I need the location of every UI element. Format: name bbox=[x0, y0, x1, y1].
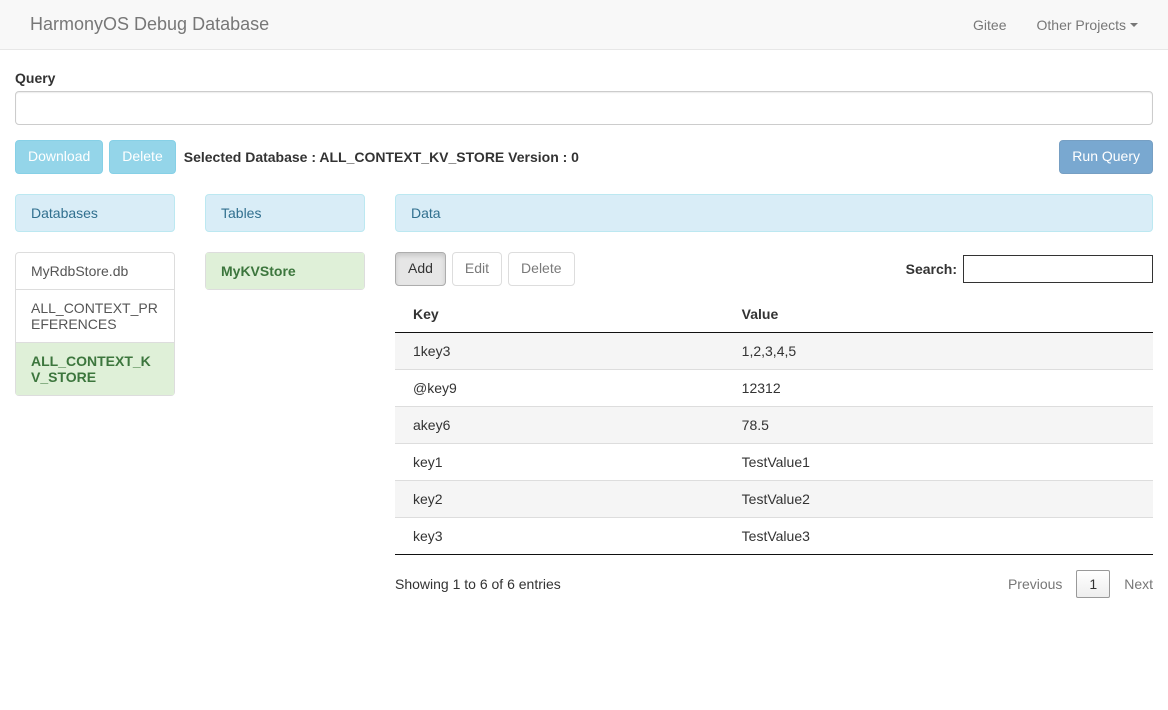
cell-key: 1key3 bbox=[395, 332, 724, 369]
databases-list: MyRdbStore.dbALL_CONTEXT_PREFERENCESALL_… bbox=[15, 252, 175, 396]
delete-db-button[interactable]: Delete bbox=[109, 140, 175, 174]
tables-header: Tables bbox=[205, 194, 365, 232]
previous-button[interactable]: Previous bbox=[1008, 576, 1062, 592]
search-wrap: Search: bbox=[906, 255, 1153, 283]
next-button[interactable]: Next bbox=[1124, 576, 1153, 592]
table-row[interactable]: key3TestValue3 bbox=[395, 517, 1153, 554]
table-footer: Showing 1 to 6 of 6 entries Previous 1 N… bbox=[395, 570, 1153, 598]
query-label: Query bbox=[15, 70, 1153, 86]
tables-list: MyKVStore bbox=[205, 252, 365, 290]
main-container: Query Download Delete Selected Database … bbox=[0, 70, 1168, 598]
search-label: Search: bbox=[906, 261, 957, 277]
query-input[interactable] bbox=[15, 91, 1153, 125]
navbar-brand[interactable]: HarmonyOS Debug Database bbox=[15, 0, 284, 50]
cell-value: 78.5 bbox=[724, 406, 1153, 443]
table-row[interactable]: 1key31,2,3,4,5 bbox=[395, 332, 1153, 369]
cell-key: @key9 bbox=[395, 369, 724, 406]
cell-value: TestValue2 bbox=[724, 480, 1153, 517]
column-header-value[interactable]: Value bbox=[724, 296, 1153, 333]
cell-key: key2 bbox=[395, 480, 724, 517]
cell-key: key3 bbox=[395, 517, 724, 554]
delete-row-button[interactable]: Delete bbox=[508, 252, 574, 286]
page-current[interactable]: 1 bbox=[1076, 570, 1110, 598]
navbar: HarmonyOS Debug Database Gitee Other Pro… bbox=[0, 0, 1168, 50]
data-column: Data Add Edit Delete Search: Key Value 1… bbox=[395, 194, 1153, 598]
table-item[interactable]: MyKVStore bbox=[206, 253, 364, 289]
table-row[interactable]: @key912312 bbox=[395, 369, 1153, 406]
cell-value: 12312 bbox=[724, 369, 1153, 406]
nav-link-label: Other Projects bbox=[1037, 17, 1126, 33]
search-input[interactable] bbox=[963, 255, 1153, 283]
pagination: Previous 1 Next bbox=[1008, 570, 1153, 598]
data-toolbar: Add Edit Delete Search: bbox=[395, 252, 1153, 286]
columns: Databases MyRdbStore.dbALL_CONTEXT_PREFE… bbox=[15, 194, 1153, 598]
cell-value: TestValue3 bbox=[724, 517, 1153, 554]
data-table: Key Value 1key31,2,3,4,5@key912312akey67… bbox=[395, 296, 1153, 555]
table-row[interactable]: akey678.5 bbox=[395, 406, 1153, 443]
chevron-down-icon bbox=[1130, 23, 1138, 27]
run-query-button[interactable]: Run Query bbox=[1059, 140, 1153, 174]
navbar-nav: Gitee Other Projects bbox=[958, 2, 1153, 48]
database-item[interactable]: MyRdbStore.db bbox=[16, 253, 174, 290]
databases-header: Databases bbox=[15, 194, 175, 232]
download-button[interactable]: Download bbox=[15, 140, 103, 174]
table-row[interactable]: key1TestValue1 bbox=[395, 443, 1153, 480]
database-item[interactable]: ALL_CONTEXT_KV_STORE bbox=[16, 343, 174, 395]
nav-link-other-projects[interactable]: Other Projects bbox=[1022, 2, 1153, 48]
table-row[interactable]: key2TestValue2 bbox=[395, 480, 1153, 517]
tables-column: Tables MyKVStore bbox=[205, 194, 365, 598]
entries-info: Showing 1 to 6 of 6 entries bbox=[395, 576, 561, 592]
cell-value: 1,2,3,4,5 bbox=[724, 332, 1153, 369]
cell-value: TestValue1 bbox=[724, 443, 1153, 480]
nav-link-gitee[interactable]: Gitee bbox=[958, 2, 1021, 48]
data-header: Data bbox=[395, 194, 1153, 232]
databases-column: Databases MyRdbStore.dbALL_CONTEXT_PREFE… bbox=[15, 194, 175, 598]
edit-button[interactable]: Edit bbox=[452, 252, 502, 286]
cell-key: akey6 bbox=[395, 406, 724, 443]
column-header-key[interactable]: Key bbox=[395, 296, 724, 333]
action-row: Download Delete Selected Database : ALL_… bbox=[15, 140, 1153, 174]
cell-key: key1 bbox=[395, 443, 724, 480]
add-button[interactable]: Add bbox=[395, 252, 446, 286]
selected-db-text: Selected Database : ALL_CONTEXT_KV_STORE… bbox=[184, 149, 579, 165]
database-item[interactable]: ALL_CONTEXT_PREFERENCES bbox=[16, 290, 174, 343]
